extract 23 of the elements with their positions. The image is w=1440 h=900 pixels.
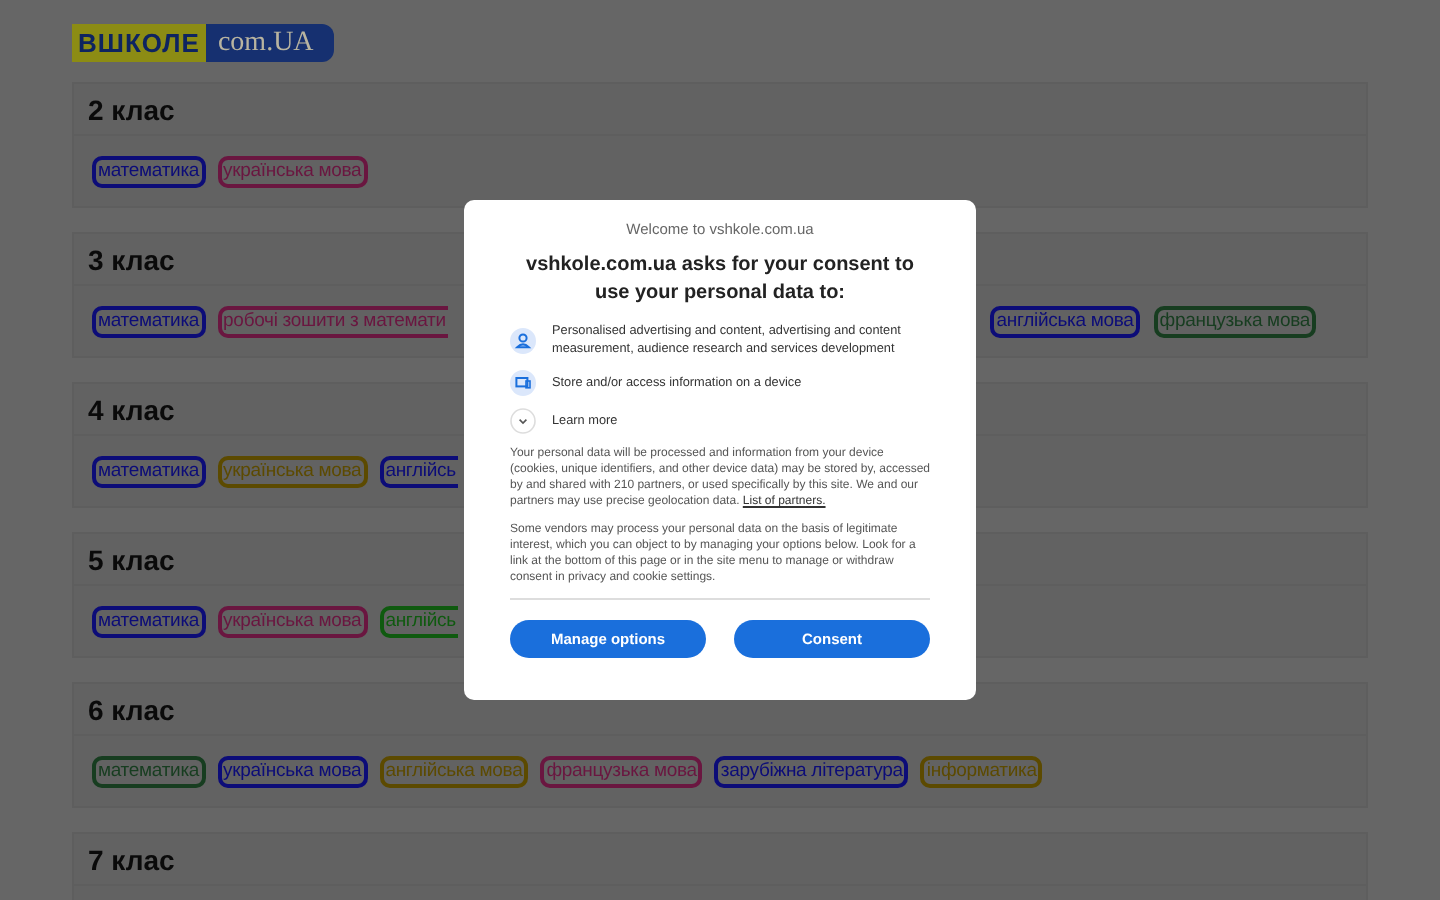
- subject-tag[interactable]: математика: [92, 305, 206, 337]
- grade-heading: 2 клас: [74, 84, 1366, 136]
- subject-tag[interactable]: інформатика: [920, 755, 1043, 787]
- subject-tag[interactable]: англійсь: [379, 605, 458, 637]
- subject-tag[interactable]: англійська мова: [379, 755, 529, 787]
- subject-tag[interactable]: зарубіжна література: [714, 755, 909, 787]
- subject-tag[interactable]: українська мова: [217, 605, 368, 637]
- grade-heading: 7 клас: [74, 834, 1366, 886]
- devices-icon: [510, 370, 536, 397]
- chevron-down-icon[interactable]: [510, 408, 536, 435]
- subject-tag[interactable]: українська мова: [217, 755, 368, 787]
- subject-tag[interactable]: математика: [92, 155, 206, 187]
- subject-tag[interactable]: українська мова: [217, 455, 368, 487]
- subject-tag[interactable]: математика: [92, 755, 206, 787]
- subject-tag[interactable]: англійсь: [379, 455, 458, 487]
- subject-tag[interactable]: французька мова: [540, 755, 703, 787]
- subject-tag[interactable]: французька мова: [1153, 305, 1316, 337]
- subject-tag[interactable]: математика: [92, 455, 206, 487]
- subject-tag[interactable]: українська мова: [217, 155, 368, 187]
- subject-tag[interactable]: робочі зошити з математи: [217, 305, 448, 337]
- subject-tag[interactable]: англійська мова: [990, 305, 1140, 337]
- person-icon: [510, 328, 536, 355]
- subject-tag[interactable]: математика: [92, 605, 206, 637]
